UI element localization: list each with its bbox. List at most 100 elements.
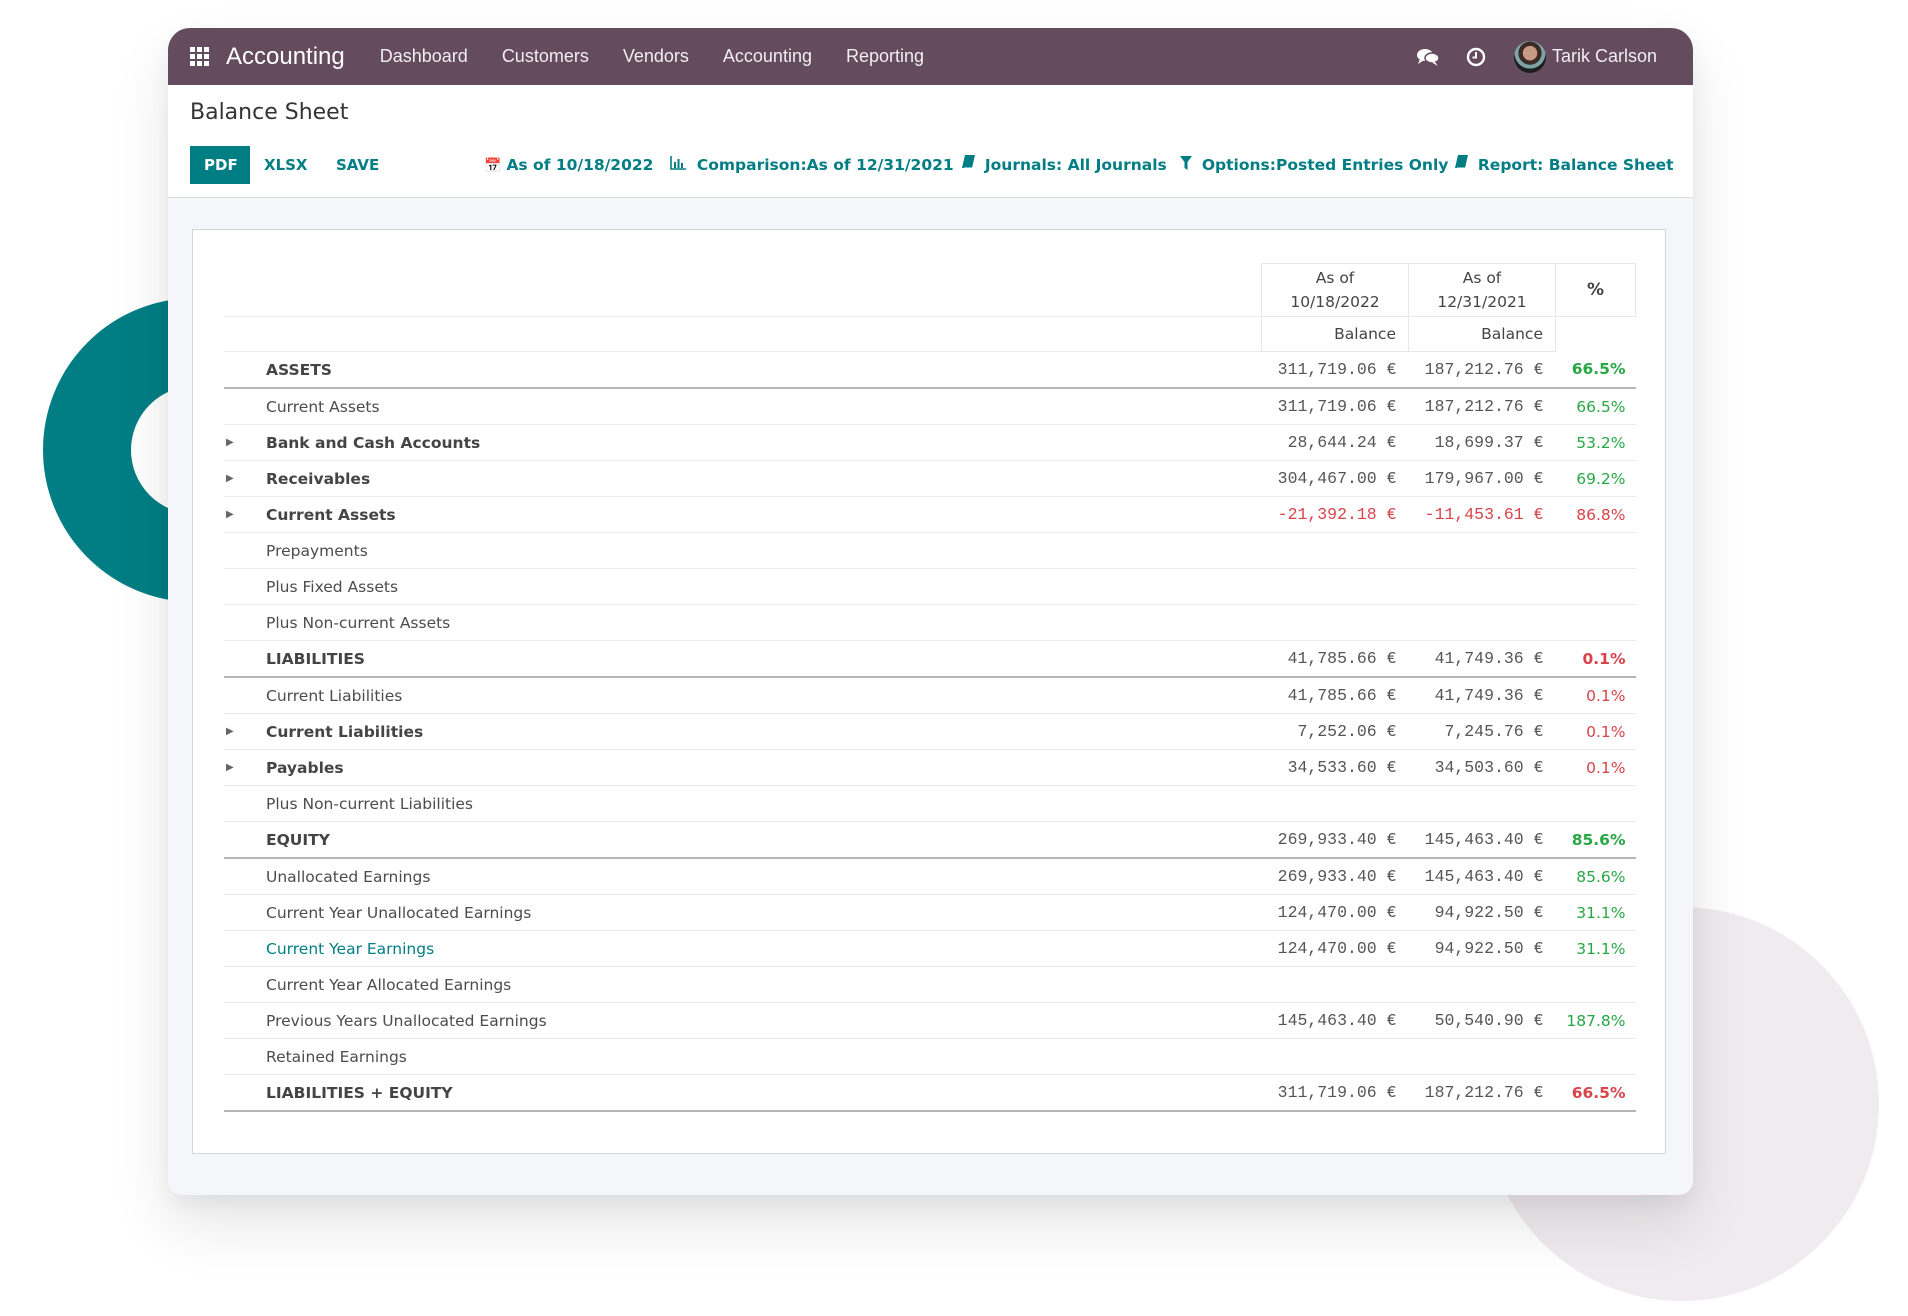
percent-change: 86.8%	[1555, 496, 1636, 533]
percent-change: 0.1%	[1555, 749, 1636, 786]
save-button[interactable]: SAVE	[322, 146, 393, 184]
journals-filter-label: Journals: All Journals	[984, 156, 1167, 174]
header-current-balance: Balance	[1261, 315, 1409, 352]
table-row: Current Year Unallocated Earnings 124,470…	[224, 894, 1636, 931]
menu-vendors[interactable]: Vendors	[623, 46, 689, 67]
header-comparison-balance: Balance	[1408, 315, 1556, 352]
balance-sheet-table: As of 10/18/2022 As of 12/31/2021 % Bala…	[224, 263, 1636, 1112]
current-balance	[1261, 966, 1409, 1003]
table-row[interactable]: ▶ Bank and Cash Accounts 28,644.24 €18,699…	[224, 424, 1636, 461]
comparison-balance: 145,463.40 €	[1408, 821, 1556, 859]
page-title: Balance Sheet	[190, 100, 349, 125]
percent-change: 85.6%	[1555, 821, 1636, 859]
journals-filter[interactable]: Journals: All Journals	[962, 146, 1167, 184]
table-row[interactable]: ▶ Receivables 304,467.00 €179,967.00 €69.2…	[224, 460, 1636, 497]
header-percent: %	[1555, 263, 1636, 317]
row-spacer	[224, 894, 266, 931]
current-balance	[1261, 785, 1409, 822]
table-row: Plus Non-current Liabilities	[224, 785, 1636, 822]
report-filter[interactable]: Report: Balance Sheet	[1455, 146, 1674, 184]
menu-customers[interactable]: Customers	[502, 46, 589, 67]
expand-caret-icon[interactable]: ▶	[224, 496, 266, 533]
row-label: Current Liabilities	[266, 713, 1262, 750]
table-row: Plus Non-current Assets	[224, 604, 1636, 641]
expand-caret-icon[interactable]: ▶	[224, 713, 266, 750]
comparison-balance: 18,699.37 €	[1408, 424, 1556, 461]
row-label: Previous Years Unallocated Earnings	[266, 1002, 1262, 1039]
clock-icon[interactable]	[1466, 47, 1486, 67]
row-spacer	[224, 1038, 266, 1075]
header-current-period: As of 10/18/2022	[1261, 263, 1409, 317]
row-spacer	[224, 858, 266, 895]
table-row: Current Liabilities 41,785.66 €41,749.36 …	[224, 677, 1636, 714]
date-filter-label: As of 10/18/2022	[506, 156, 654, 174]
row-label[interactable]: Current Year Earnings	[266, 930, 1262, 967]
comparison-balance	[1408, 604, 1556, 641]
row-label: Plus Fixed Assets	[266, 568, 1262, 605]
row-label: Plus Non-current Liabilities	[266, 785, 1262, 822]
row-label: Plus Non-current Assets	[266, 604, 1262, 641]
apps-grid-icon[interactable]	[190, 46, 210, 67]
row-spacer	[224, 388, 266, 425]
comparison-balance: 187,212.76 €	[1408, 351, 1556, 389]
percent-change: 53.2%	[1555, 424, 1636, 461]
menu-reporting[interactable]: Reporting	[846, 46, 924, 67]
bar-chart-icon	[670, 156, 692, 174]
user-avatar[interactable]	[1513, 40, 1546, 73]
table-row: Retained Earnings	[224, 1038, 1636, 1075]
table-header-row-balance: Balance Balance	[224, 315, 1636, 352]
comparison-balance	[1408, 966, 1556, 1003]
user-name[interactable]: Tarik Carlson	[1552, 46, 1657, 67]
current-balance: 311,719.06 €	[1261, 388, 1409, 425]
comparison-balance	[1408, 532, 1556, 569]
row-spacer	[224, 785, 266, 822]
row-spacer	[224, 677, 266, 714]
current-balance	[1261, 1038, 1409, 1075]
row-spacer	[224, 821, 266, 859]
percent-change	[1555, 568, 1636, 605]
chat-icon[interactable]	[1416, 47, 1440, 67]
comparison-balance: 7,245.76 €	[1408, 713, 1556, 750]
row-label: Retained Earnings	[266, 1038, 1262, 1075]
menu-dashboard[interactable]: Dashboard	[380, 46, 468, 67]
calendar-icon: 📅	[484, 158, 502, 174]
table-row[interactable]: Current Year Earnings 124,470.00 €94,922.…	[224, 930, 1636, 967]
menu-accounting[interactable]: Accounting	[723, 46, 812, 67]
percent-change	[1555, 966, 1636, 1003]
comparison-balance: 41,749.36 €	[1408, 640, 1556, 678]
expand-caret-icon[interactable]: ▶	[224, 749, 266, 786]
row-label: Current Assets	[266, 496, 1262, 533]
table-row[interactable]: ▶ Payables 34,533.60 €34,503.60 €0.1%	[224, 749, 1636, 786]
table-row[interactable]: ▶ Current Liabilities 7,252.06 €7,245.76 €…	[224, 713, 1636, 750]
date-filter[interactable]: 📅 As of 10/18/2022	[484, 146, 653, 184]
row-label: Unallocated Earnings	[266, 858, 1262, 895]
table-row[interactable]: ▶ Current Assets -21,392.18 € -11,453.61 €8…	[224, 496, 1636, 533]
comparison-balance	[1408, 1038, 1556, 1075]
pdf-button[interactable]: PDF	[190, 146, 250, 184]
percent-change: 66.5%	[1555, 388, 1636, 425]
options-filter-label: Options:Posted Entries Only	[1201, 156, 1449, 174]
comparison-balance: 145,463.40 €	[1408, 858, 1556, 895]
row-spacer	[224, 604, 266, 641]
current-balance	[1261, 604, 1409, 641]
xlsx-button[interactable]: XLSX	[250, 146, 322, 184]
expand-caret-icon[interactable]: ▶	[224, 460, 266, 497]
comparison-balance: 41,749.36 €	[1408, 677, 1556, 714]
app-name[interactable]: Accounting	[226, 43, 345, 71]
row-label: LIABILITIES + EQUITY	[266, 1074, 1262, 1112]
expand-caret-icon[interactable]: ▶	[224, 424, 266, 461]
table-row: Current Year Allocated Earnings	[224, 966, 1636, 1003]
row-label: Bank and Cash Accounts	[266, 424, 1262, 461]
comparison-filter[interactable]: Comparison:As of 12/31/2021	[670, 146, 954, 184]
percent-change: 187.8%	[1555, 1002, 1636, 1039]
table-row: Plus Fixed Assets	[224, 568, 1636, 605]
options-filter[interactable]: Options:Posted Entries Only	[1180, 146, 1448, 184]
comparison-balance: 94,922.50 €	[1408, 894, 1556, 931]
comparison-balance: 50,540.90 €	[1408, 1002, 1556, 1039]
row-spacer	[224, 1002, 266, 1039]
current-balance: 269,933.40 €	[1261, 858, 1409, 895]
book-icon	[962, 155, 980, 174]
percent-change: 0.1%	[1555, 640, 1636, 678]
row-label: Current Year Allocated Earnings	[266, 966, 1262, 1003]
comparison-balance: 179,967.00 €	[1408, 460, 1556, 497]
